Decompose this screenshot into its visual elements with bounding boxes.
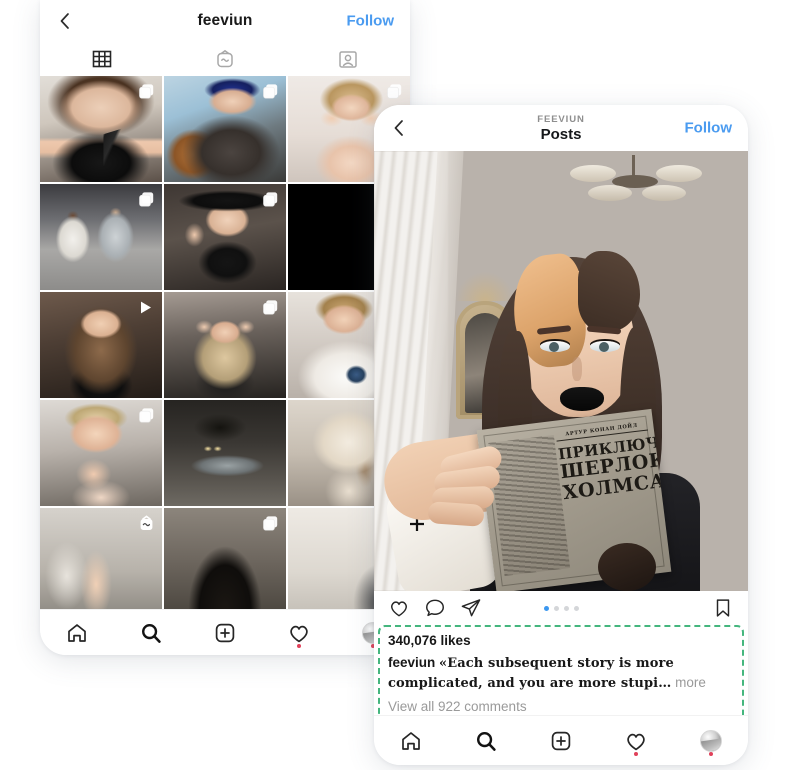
- grid-tab[interactable]: [40, 48, 163, 70]
- multi-photo-icon: [262, 299, 279, 316]
- multi-photo-icon: [262, 515, 279, 532]
- carousel-dot[interactable]: [553, 605, 559, 611]
- grid-cell[interactable]: [164, 76, 286, 182]
- nav-create[interactable]: [538, 724, 584, 758]
- carousel-dot[interactable]: [573, 605, 579, 611]
- igtv-icon: [138, 515, 155, 532]
- multi-photo-icon: [138, 191, 155, 208]
- avatar-icon: [699, 729, 722, 752]
- caption-text: feeviun «Each subsequent story is more c…: [388, 653, 734, 693]
- grid-cell[interactable]: [164, 292, 286, 398]
- notification-dot: [633, 751, 638, 756]
- profile-header: feeviun Follow: [40, 0, 410, 42]
- carousel-dot[interactable]: [563, 605, 569, 611]
- nav-home[interactable]: [54, 616, 100, 650]
- post-caption-block: 340,076 likes feeviun «Each subsequent s…: [374, 625, 748, 728]
- post-image[interactable]: АРТУР КОНАН ДОЙЛ ПРИКЛЮЧЕНИЯ ШЕРЛОКА ХОЛ…: [374, 151, 748, 591]
- follow-button[interactable]: Follow: [685, 120, 733, 137]
- screenshot-canvas: feeviun Follow FEEVIUN Posts Follow АРТУ…: [0, 0, 800, 770]
- profile-photo-grid: [40, 76, 410, 614]
- multi-photo-icon: [138, 83, 155, 100]
- profile-phone-frame: feeviun Follow: [40, 0, 410, 655]
- grid-cell[interactable]: [40, 508, 162, 614]
- chevron-left-icon[interactable]: [388, 117, 410, 139]
- igtv-tab[interactable]: [163, 48, 286, 70]
- multi-photo-icon: [262, 191, 279, 208]
- view-comments-link[interactable]: View all 922 comments: [388, 699, 734, 714]
- save-button[interactable]: [712, 597, 734, 619]
- like-button[interactable]: [388, 597, 410, 619]
- profile-tabs: [40, 42, 410, 76]
- profile-username: feeviun: [197, 12, 253, 29]
- nav-search[interactable]: [463, 724, 509, 758]
- grid-cell[interactable]: [40, 292, 162, 398]
- carousel-dot[interactable]: [543, 605, 549, 611]
- post-header-kicker: FEEVIUN: [537, 113, 585, 125]
- chevron-left-icon[interactable]: [54, 10, 76, 32]
- grid-cell[interactable]: [40, 400, 162, 506]
- post-header: FEEVIUN Posts Follow: [374, 105, 748, 151]
- multi-photo-icon: [138, 407, 155, 424]
- nav-home[interactable]: [388, 724, 434, 758]
- caption-more-button[interactable]: more: [675, 675, 706, 690]
- play-icon: [138, 300, 153, 315]
- post-bottom-nav: [374, 715, 748, 765]
- caption-ellipsis: …: [658, 676, 672, 691]
- share-button[interactable]: [460, 597, 482, 619]
- nav-profile[interactable]: [688, 724, 734, 758]
- notification-dot: [297, 643, 301, 648]
- follow-button[interactable]: Follow: [347, 13, 395, 30]
- profile-bottom-nav: [40, 609, 410, 655]
- multi-photo-icon: [262, 83, 279, 100]
- likes-count: 340,076 likes: [388, 633, 471, 648]
- nav-create[interactable]: [202, 616, 248, 650]
- comment-button[interactable]: [424, 597, 446, 619]
- post-action-bar: [374, 591, 748, 625]
- caption-username[interactable]: feeviun: [388, 655, 435, 670]
- grid-cell[interactable]: [164, 400, 286, 506]
- notification-dot: [708, 751, 713, 756]
- nav-activity[interactable]: [276, 616, 322, 650]
- grid-cell[interactable]: [164, 508, 286, 614]
- post-header-title: Posts: [540, 125, 582, 143]
- grid-cell[interactable]: [164, 184, 286, 290]
- grid-cell[interactable]: [40, 76, 162, 182]
- multi-photo-icon: [386, 83, 403, 100]
- grid-cell[interactable]: [40, 184, 162, 290]
- tagged-tab[interactable]: [287, 48, 410, 70]
- post-phone-frame: FEEVIUN Posts Follow АРТУР КОНАН ДОЙЛ ПР…: [374, 105, 748, 765]
- nav-activity[interactable]: [613, 724, 659, 758]
- nav-search[interactable]: [128, 616, 174, 650]
